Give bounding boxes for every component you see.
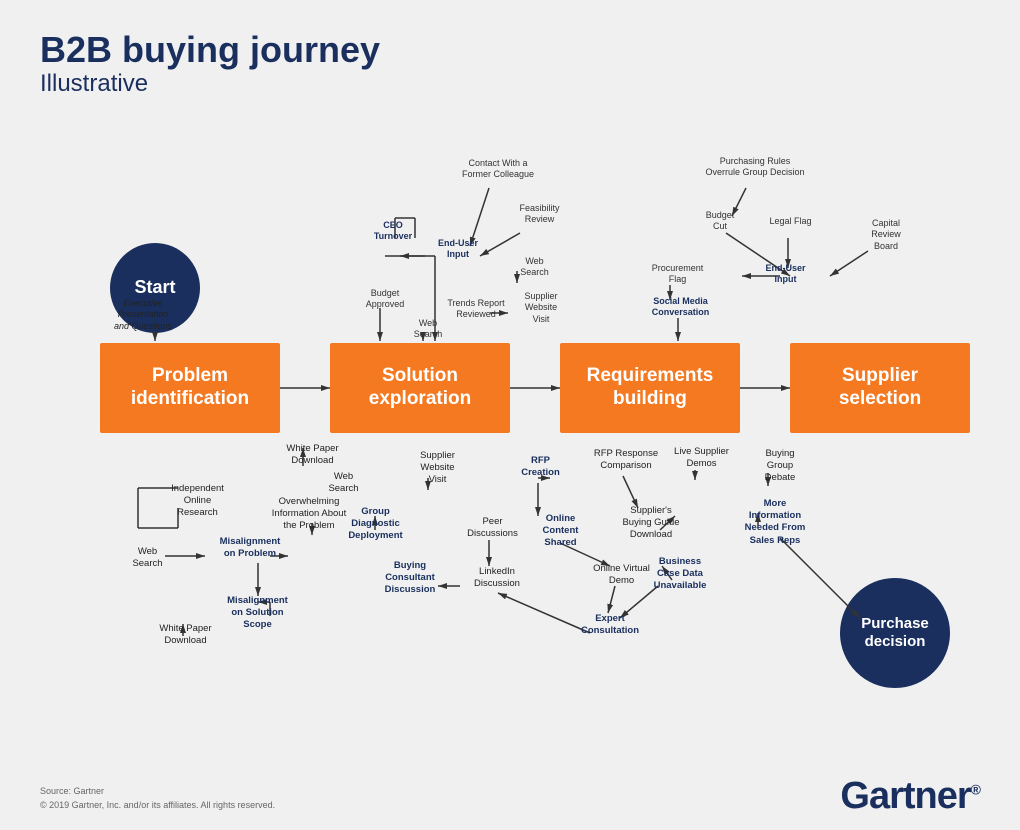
label-purchasing-rules: Purchasing RulesOverrule Group Decision: [690, 156, 820, 179]
stage-solution: Solutionexploration: [330, 343, 510, 433]
label-supplier-website-bottom: SupplierWebsiteVisit: [400, 450, 475, 487]
label-group-diagnostic: GroupDiagnosticDeployment: [333, 506, 418, 543]
label-rfp-response: RFP ResponseComparison: [586, 448, 666, 473]
gartner-text: Gartner: [840, 775, 970, 817]
start-label: Start: [134, 277, 175, 298]
gartner-logo: Gartner®: [840, 775, 980, 818]
footer: Source: Gartner © 2019 Gartner, Inc. and…: [40, 785, 275, 812]
main-container: B2B buying journey Illustrative Problemi…: [0, 0, 1020, 830]
label-web-search-left: WebSearch: [120, 546, 175, 571]
label-supplier-website-visit-top: SupplierWebsiteVisit: [506, 291, 576, 326]
label-capital-review: CapitalReviewBoard: [846, 218, 926, 253]
diagram-area: Problemidentification Solutionexploratio…: [40, 108, 980, 768]
exec-label: ExecutivePresentationand Questions: [98, 298, 188, 333]
label-budget-approved: BudgetApproved: [350, 288, 420, 311]
label-end-user-input-left: End-UserInput: [418, 238, 498, 261]
subtitle: Illustrative: [40, 70, 980, 98]
stage-requirements: Requirementsbuilding: [560, 343, 740, 433]
label-web-search-mid: WebSearch: [502, 256, 567, 279]
label-live-demos: Live SupplierDemos: [664, 446, 739, 471]
stage-problem: Problemidentification: [100, 343, 280, 433]
label-linkedin: LinkedInDiscussion: [462, 566, 532, 591]
label-web-search-top: WebSearch: [398, 318, 458, 341]
stage-supplier: Supplierselection: [790, 343, 970, 433]
label-legal-flag: Legal Flag: [758, 216, 823, 228]
label-buying-guide: Supplier'sBuying GuideDownload: [606, 505, 696, 542]
label-misalignment-solution: Misalignmenton SolutionScope: [215, 595, 300, 632]
label-expert-consultation: ExpertConsultation: [570, 613, 650, 638]
label-web-search-bottom: WebSearch: [316, 471, 371, 496]
source-label: Source: Gartner: [40, 785, 275, 799]
label-peer-discussions: PeerDiscussions: [460, 516, 525, 541]
label-business-case: BusinessCase DataUnavailable: [635, 556, 725, 593]
title: B2B buying journey: [40, 30, 980, 70]
label-buying-consultant: BuyingConsultantDiscussion: [370, 560, 450, 597]
label-more-info: MoreInformationNeeded FromSales Reps: [725, 498, 825, 547]
label-white-paper-bottom: White PaperDownload: [148, 623, 223, 648]
label-feasibility-review: FeasibilityReview: [502, 203, 577, 226]
label-independent-research: IndependentOnlineResearch: [160, 483, 235, 520]
label-end-user-input-right: End-UserInput: [748, 263, 823, 286]
copyright-label: © 2019 Gartner, Inc. and/or its affiliat…: [40, 799, 275, 813]
label-online-content: OnlineContentShared: [523, 513, 598, 550]
circle-purchase: Purchasedecision: [840, 578, 950, 688]
label-contact-colleague: Contact With aFormer Colleague: [448, 158, 548, 181]
label-procurement-flag: ProcurementFlag: [640, 263, 715, 286]
gartner-registered: ®: [971, 781, 980, 797]
label-social-media: Social MediaConversation: [638, 296, 723, 319]
label-misalignment-problem: Misalignmenton Problem: [210, 536, 290, 561]
label-white-paper-top: White PaperDownload: [275, 443, 350, 468]
label-buying-group-debate: BuyingGroupDebate: [740, 448, 820, 485]
label-rfp-creation: RFPCreation: [508, 455, 573, 480]
label-budget-cut: BudgetCut: [690, 210, 750, 233]
